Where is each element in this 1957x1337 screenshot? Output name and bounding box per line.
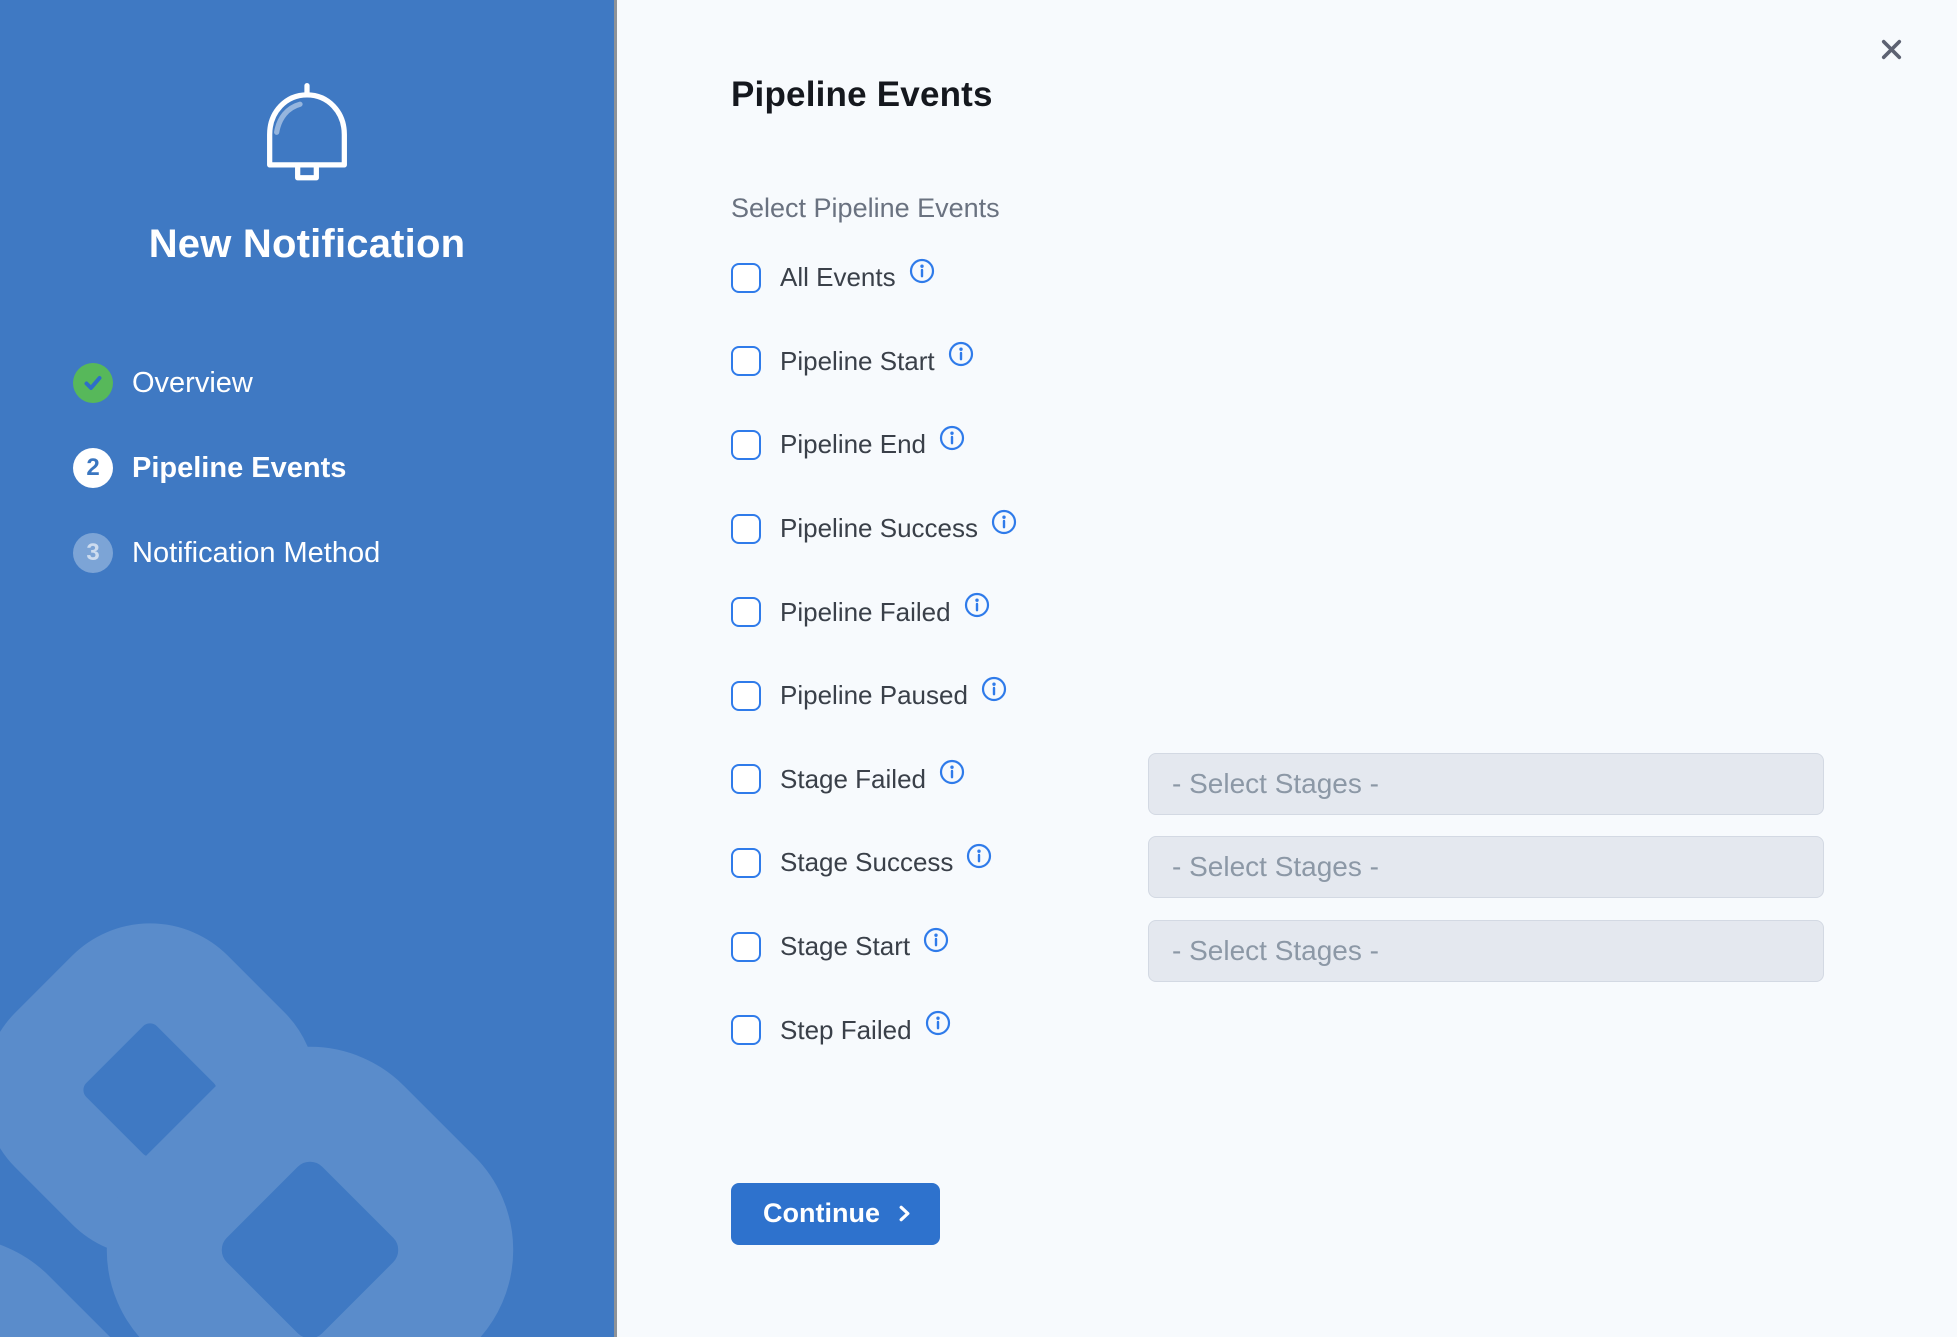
chevron-right-icon [895, 1204, 914, 1223]
wizard-steps: Overview 2 Pipeline Events 3 Notificatio… [0, 363, 614, 573]
continue-button[interactable]: Continue [731, 1183, 940, 1245]
step-notification-method[interactable]: 3 Notification Method [0, 533, 614, 573]
event-label[interactable]: Pipeline Paused [780, 680, 968, 711]
event-list: All Events Pipeline Start Pipeline End P… [731, 236, 1957, 1072]
info-icon[interactable] [966, 843, 992, 869]
bell-icon [251, 82, 363, 186]
close-button[interactable] [1872, 30, 1910, 68]
event-label[interactable]: Step Failed [780, 1015, 912, 1046]
step-label: Overview [132, 367, 253, 400]
step-number-badge: 2 [73, 448, 113, 488]
step-number-badge: 3 [73, 533, 113, 573]
event-row: Pipeline Failed [731, 570, 1957, 654]
wizard-title: New Notification [0, 222, 614, 267]
info-icon[interactable] [991, 509, 1017, 535]
section-label: Select Pipeline Events [731, 193, 1957, 224]
event-checkbox[interactable] [731, 346, 761, 376]
info-icon[interactable] [948, 341, 974, 367]
page-title: Pipeline Events [731, 75, 1957, 115]
check-icon [81, 371, 105, 395]
info-icon[interactable] [964, 592, 990, 618]
stage-select-dropdown[interactable]: - Select Stages - [1148, 920, 1824, 982]
event-row: Stage Failed - Select Stages - [731, 738, 1957, 822]
event-label[interactable]: Pipeline Failed [780, 597, 951, 628]
event-row: Pipeline Start [731, 320, 1957, 404]
continue-label: Continue [763, 1198, 880, 1229]
info-icon[interactable] [925, 1010, 951, 1036]
event-checkbox[interactable] [731, 597, 761, 627]
info-icon[interactable] [923, 927, 949, 953]
step-label: Notification Method [132, 537, 380, 570]
event-checkbox[interactable] [731, 681, 761, 711]
info-icon[interactable] [981, 676, 1007, 702]
event-row: Pipeline Success [731, 487, 1957, 571]
info-icon[interactable] [909, 258, 935, 284]
brand-watermark [0, 0, 617, 1337]
event-checkbox[interactable] [731, 1015, 761, 1045]
event-label[interactable]: Stage Start [780, 931, 910, 962]
event-label[interactable]: Pipeline Success [780, 513, 978, 544]
step-overview[interactable]: Overview [0, 363, 614, 403]
event-label[interactable]: Pipeline End [780, 429, 926, 460]
event-label[interactable]: Pipeline Start [780, 346, 935, 377]
event-row: Step Failed [731, 988, 1957, 1072]
event-checkbox[interactable] [731, 430, 761, 460]
step-complete-badge [73, 363, 113, 403]
close-icon [1879, 37, 1904, 62]
event-checkbox[interactable] [731, 514, 761, 544]
info-icon[interactable] [939, 425, 965, 451]
event-row: All Events [731, 236, 1957, 320]
event-row: Stage Success - Select Stages - [731, 821, 1957, 905]
event-label[interactable]: All Events [780, 262, 896, 293]
step-label: Pipeline Events [132, 452, 346, 485]
stage-select-dropdown[interactable]: - Select Stages - [1148, 836, 1824, 898]
event-label[interactable]: Stage Success [780, 847, 953, 878]
event-row: Stage Start - Select Stages - [731, 905, 1957, 989]
event-row: Pipeline Paused [731, 654, 1957, 738]
stage-select-dropdown[interactable]: - Select Stages - [1148, 753, 1824, 815]
event-checkbox[interactable] [731, 848, 761, 878]
event-row: Pipeline End [731, 403, 1957, 487]
event-checkbox[interactable] [731, 932, 761, 962]
step-pipeline-events[interactable]: 2 Pipeline Events [0, 448, 614, 488]
wizard-sidebar: New Notification Overview 2 Pipeline Eve… [0, 0, 617, 1337]
event-label[interactable]: Stage Failed [780, 764, 926, 795]
info-icon[interactable] [939, 759, 965, 785]
pipeline-events-panel: Pipeline Events Select Pipeline Events A… [617, 0, 1957, 1337]
event-checkbox[interactable] [731, 764, 761, 794]
event-checkbox[interactable] [731, 263, 761, 293]
